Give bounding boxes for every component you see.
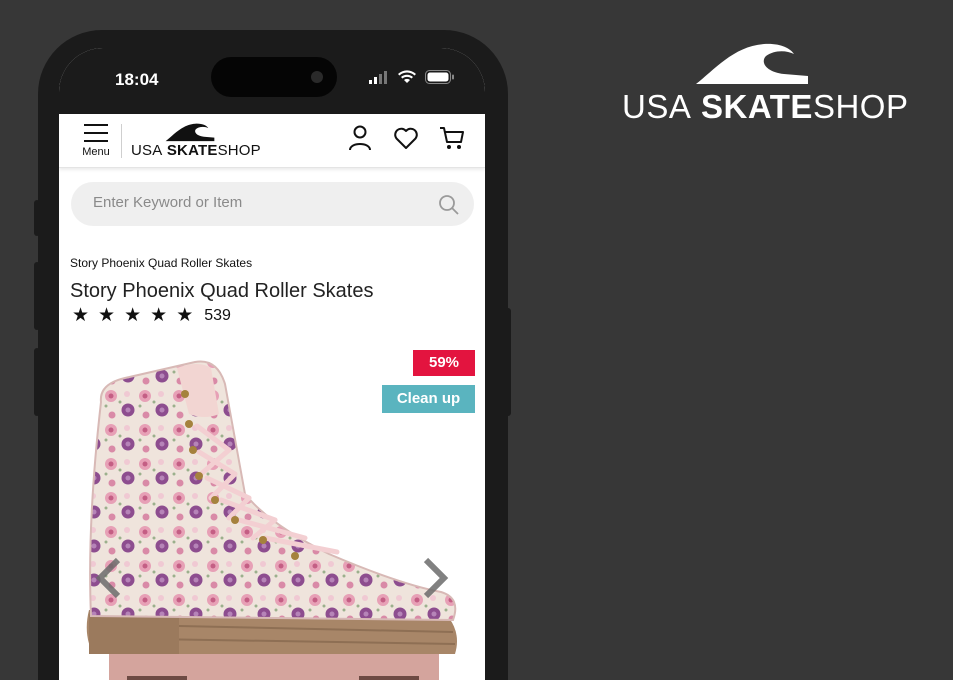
breadcrumb[interactable]: Story Phoenix Quad Roller Skates bbox=[70, 256, 252, 270]
discount-badge: 59% bbox=[413, 350, 475, 376]
star-icon: ★ bbox=[124, 305, 142, 326]
wishlist-button[interactable] bbox=[393, 124, 419, 152]
wave-logo-icon bbox=[165, 123, 215, 142]
status-time: 18:04 bbox=[115, 70, 159, 89]
cart-icon bbox=[440, 127, 464, 149]
product-rating[interactable]: ★ ★ ★ ★ ★ 539 bbox=[72, 306, 231, 326]
star-icon: ★ bbox=[72, 305, 90, 326]
product-title: Story Phoenix Quad Roller Skates bbox=[70, 280, 374, 302]
review-count: 539 bbox=[204, 307, 231, 324]
star-icon: ★ bbox=[150, 305, 168, 326]
menu-button[interactable]: Menu bbox=[79, 124, 113, 158]
wifi-icon bbox=[398, 70, 416, 83]
status-bar: 18:04 bbox=[59, 48, 485, 114]
site-header: Menu USA SKATESHOP bbox=[59, 114, 485, 168]
menu-label: Menu bbox=[82, 146, 110, 158]
header-divider bbox=[121, 124, 122, 158]
camera-icon bbox=[311, 71, 323, 83]
heart-icon bbox=[394, 127, 418, 149]
header-icons bbox=[347, 124, 465, 152]
wave-logo-icon bbox=[696, 43, 808, 84]
chevron-left-icon[interactable] bbox=[94, 556, 124, 600]
status-icons bbox=[369, 70, 455, 84]
account-button[interactable] bbox=[347, 124, 373, 152]
search-icon[interactable] bbox=[438, 194, 460, 216]
search-input[interactable] bbox=[93, 194, 423, 211]
brand-wordmark: USA SKATESHOP bbox=[622, 88, 909, 125]
brand-logo: USA SKATESHOP bbox=[622, 40, 912, 130]
star-icon: ★ bbox=[98, 305, 116, 326]
cart-button[interactable] bbox=[439, 124, 465, 152]
clean-up-badge: Clean up bbox=[382, 385, 475, 413]
star-icon: ★ bbox=[176, 305, 194, 326]
signal-icon bbox=[369, 71, 387, 84]
battery-icon bbox=[425, 70, 454, 84]
dynamic-island bbox=[211, 57, 337, 97]
header-logo[interactable]: USA SKATESHOP bbox=[131, 122, 271, 162]
hamburger-icon bbox=[84, 124, 108, 142]
header-wordmark: USA SKATESHOP bbox=[131, 142, 261, 159]
search-bar bbox=[71, 182, 474, 226]
chevron-right-icon[interactable] bbox=[420, 556, 450, 600]
account-icon bbox=[349, 125, 371, 151]
